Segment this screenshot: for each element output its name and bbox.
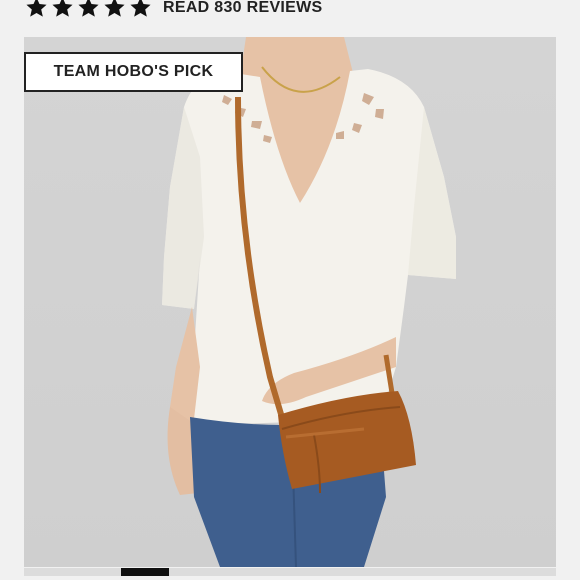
team-pick-badge: TEAM HOBO'S PICK (24, 52, 243, 92)
carousel-active-segment (121, 568, 169, 576)
carousel-indicator[interactable] (24, 568, 556, 576)
star-icon (26, 0, 47, 17)
model-illustration (162, 37, 456, 567)
star-icon (52, 0, 73, 17)
rating-row: READ 830 REVIEWS (0, 0, 580, 22)
product-image[interactable] (24, 37, 556, 567)
star-icon (104, 0, 125, 17)
star-rating (24, 0, 153, 19)
star-icon (78, 0, 99, 17)
read-reviews-link[interactable]: READ 830 REVIEWS (163, 0, 323, 17)
star-icon (130, 0, 151, 17)
